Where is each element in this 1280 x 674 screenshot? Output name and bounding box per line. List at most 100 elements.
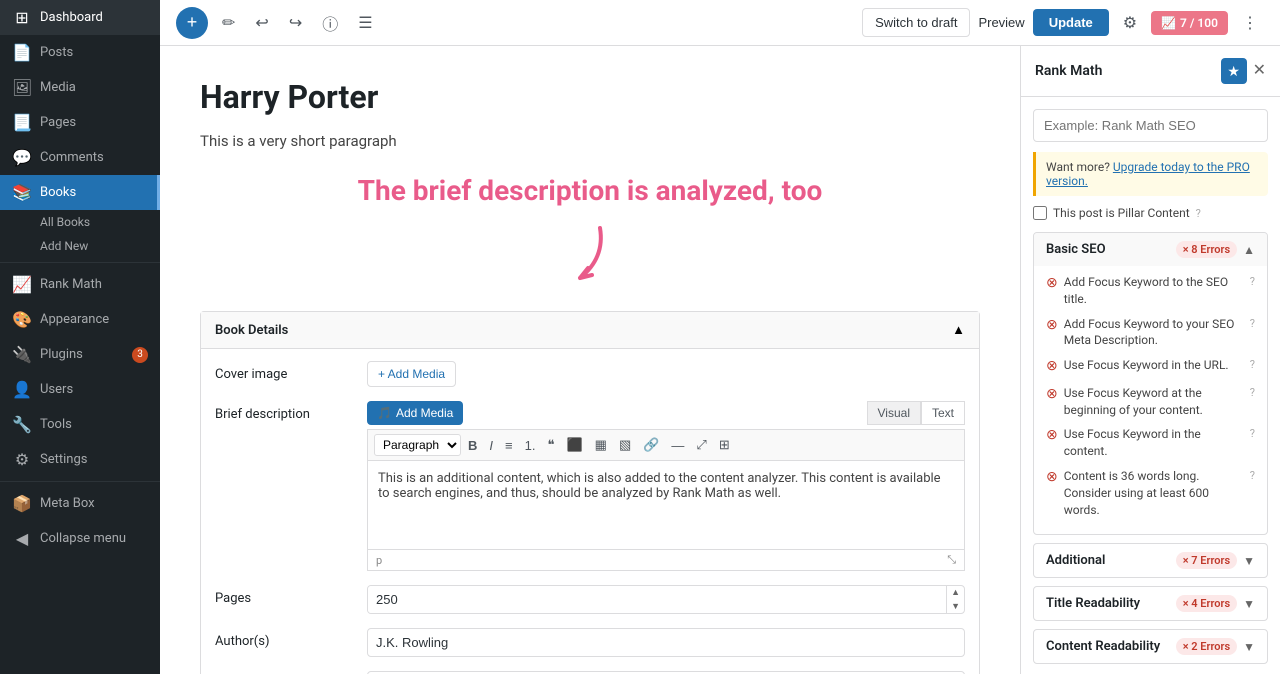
help-icon-5[interactable]: ?: [1250, 426, 1255, 441]
sidebar-item-label: Meta Box: [40, 496, 95, 511]
additional-chevron: ▼: [1243, 554, 1255, 568]
title-readability-section[interactable]: Title Readability × 4 Errors ▼: [1033, 586, 1268, 621]
undo-button[interactable]: ↩: [249, 9, 274, 37]
align-left-button[interactable]: ⬛: [561, 434, 587, 456]
sidebar-item-media[interactable]: 🖼 Media: [0, 70, 160, 105]
plugins-icon: 🔌: [12, 345, 32, 364]
help-icon-6[interactable]: ?: [1250, 468, 1255, 483]
help-icon-2[interactable]: ?: [1250, 316, 1255, 331]
focus-keyword-input[interactable]: [1033, 109, 1268, 142]
sidebar-item-rank-math[interactable]: 📈 Rank Math: [0, 267, 160, 302]
error-icon-1: ⊗: [1046, 274, 1058, 294]
sidebar-item-add-new[interactable]: Add New: [0, 234, 160, 258]
sidebar-item-dashboard[interactable]: ⊞ Dashboard: [0, 0, 160, 35]
link-button[interactable]: 🔗: [638, 434, 664, 456]
post-paragraph: This is a very short paragraph: [200, 132, 980, 150]
edit-icon-button[interactable]: ✏: [216, 9, 241, 37]
sidebar-item-label: Tools: [40, 417, 72, 432]
ordered-list-button[interactable]: 1.: [520, 435, 541, 456]
pages-field: ▲ ▼: [367, 585, 965, 614]
cover-image-field: + Add Media: [367, 361, 965, 387]
pages-input[interactable]: [368, 586, 946, 613]
seo-score-badge[interactable]: 📈 7 / 100: [1151, 11, 1228, 35]
basic-seo-body: ⊗ Add Focus Keyword to the SEO title. ? …: [1034, 266, 1267, 534]
sidebar-item-settings[interactable]: ⚙ Settings: [0, 442, 160, 477]
more-toolbar-button[interactable]: ⊞: [714, 434, 735, 456]
add-media-button[interactable]: + Add Media: [367, 361, 456, 387]
brief-desc-row: Brief description 🎵 Add Media Visual Tex…: [215, 401, 965, 571]
sidebar-item-pages[interactable]: 📃 Pages: [0, 105, 160, 140]
resize-handle[interactable]: ⤡: [947, 553, 956, 567]
switch-draft-button[interactable]: Switch to draft: [862, 8, 970, 37]
book-details-body: Cover image + Add Media Brief descriptio…: [201, 349, 979, 674]
sidebar-item-users[interactable]: 👤 Users: [0, 372, 160, 407]
settings-gear-button[interactable]: ⚙: [1117, 9, 1143, 37]
brief-desc-content: This is an additional content, which is …: [378, 471, 941, 501]
media-icon: 🖼: [12, 78, 32, 97]
brief-desc-label: Brief description: [215, 401, 355, 422]
error-icon-2: ⊗: [1046, 316, 1058, 336]
pages-down-arrow[interactable]: ▼: [947, 600, 964, 614]
align-center-button[interactable]: ▦: [590, 434, 612, 456]
sidebar-item-label: Media: [40, 80, 76, 95]
visual-tab[interactable]: Visual: [867, 401, 921, 425]
help-icon-4[interactable]: ?: [1250, 385, 1255, 400]
seo-item-2: ⊗ Add Focus Keyword to your SEO Meta Des…: [1046, 316, 1255, 350]
sidebar-item-meta-box[interactable]: 📦 Meta Box: [0, 486, 160, 521]
pages-icon: 📃: [12, 113, 32, 132]
book-details-title: Book Details: [215, 323, 288, 338]
sidebar-item-tools[interactable]: 🔧 Tools: [0, 407, 160, 442]
additional-section[interactable]: Additional × 7 Errors ▼: [1033, 543, 1268, 578]
additional-title: Additional: [1046, 553, 1105, 568]
fullscreen-button[interactable]: ⤢: [691, 434, 711, 456]
info-button[interactable]: ⓘ: [316, 7, 344, 39]
align-right-button[interactable]: ▧: [614, 434, 636, 456]
pillar-label: This post is Pillar Content: [1053, 206, 1190, 220]
brief-add-media-button[interactable]: 🎵 Add Media: [367, 401, 463, 425]
close-button[interactable]: ✕: [1253, 63, 1266, 79]
pillar-help-icon[interactable]: ?: [1196, 207, 1201, 220]
sidebar-item-collapse[interactable]: ◀ Collapse menu: [0, 521, 160, 556]
sidebar-item-books[interactable]: 📚 Books: [0, 175, 160, 210]
star-button[interactable]: ★: [1221, 58, 1247, 84]
authors-input[interactable]: [367, 628, 965, 657]
text-tab[interactable]: Text: [921, 401, 965, 425]
users-icon: 👤: [12, 380, 32, 399]
trending-icon: 📈: [1161, 16, 1176, 30]
italic-button[interactable]: I: [484, 435, 498, 456]
right-panel-actions: ★ ✕: [1221, 58, 1266, 84]
unordered-list-button[interactable]: ≡: [500, 435, 518, 456]
sidebar-item-appearance[interactable]: 🎨 Appearance: [0, 302, 160, 337]
update-button[interactable]: Update: [1033, 9, 1109, 36]
seo-item-6: ⊗ Content is 36 words long. Consider usi…: [1046, 468, 1255, 518]
help-icon-3[interactable]: ?: [1250, 357, 1255, 372]
basic-seo-title: Basic SEO: [1046, 242, 1106, 257]
sidebar-item-comments[interactable]: 💬 Comments: [0, 140, 160, 175]
brief-desc-editor[interactable]: This is an additional content, which is …: [367, 460, 965, 550]
pillar-checkbox[interactable]: [1033, 206, 1047, 220]
sidebar-item-posts[interactable]: 📄 Posts: [0, 35, 160, 70]
content-readability-section[interactable]: Content Readability × 2 Errors ▼: [1033, 629, 1268, 664]
pages-up-arrow[interactable]: ▲: [947, 586, 964, 600]
sidebar-item-all-books[interactable]: All Books: [0, 210, 160, 234]
list-view-button[interactable]: ☰: [352, 9, 378, 37]
pages-input-wrapper: ▲ ▼: [367, 585, 965, 614]
basic-seo-header[interactable]: Basic SEO × 8 Errors ▲: [1034, 233, 1267, 266]
blockquote-button[interactable]: ❝: [542, 434, 559, 456]
book-details-header[interactable]: Book Details ▲: [201, 312, 979, 349]
format-select[interactable]: Paragraph: [374, 434, 461, 456]
help-icon-1[interactable]: ?: [1250, 274, 1255, 289]
content-readability-title: Content Readability: [1046, 639, 1160, 654]
sidebar-item-plugins[interactable]: 🔌 Plugins 3: [0, 337, 160, 372]
authors-field: [367, 628, 965, 657]
bold-button[interactable]: B: [463, 435, 482, 456]
post-title[interactable]: Harry Porter: [200, 78, 980, 116]
annotation-arrow: [200, 223, 980, 303]
more-options-button[interactable]: ⋮: [1236, 9, 1264, 37]
sidebar: ⊞ Dashboard 📄 Posts 🖼 Media 📃 Pages 💬 Co…: [0, 0, 160, 674]
redo-button[interactable]: ↪: [283, 9, 308, 37]
basic-seo-chevron-up: ▲: [1243, 243, 1255, 257]
add-button[interactable]: +: [176, 7, 208, 39]
horizontal-rule-button[interactable]: —: [666, 435, 689, 456]
preview-button[interactable]: Preview: [978, 15, 1024, 30]
